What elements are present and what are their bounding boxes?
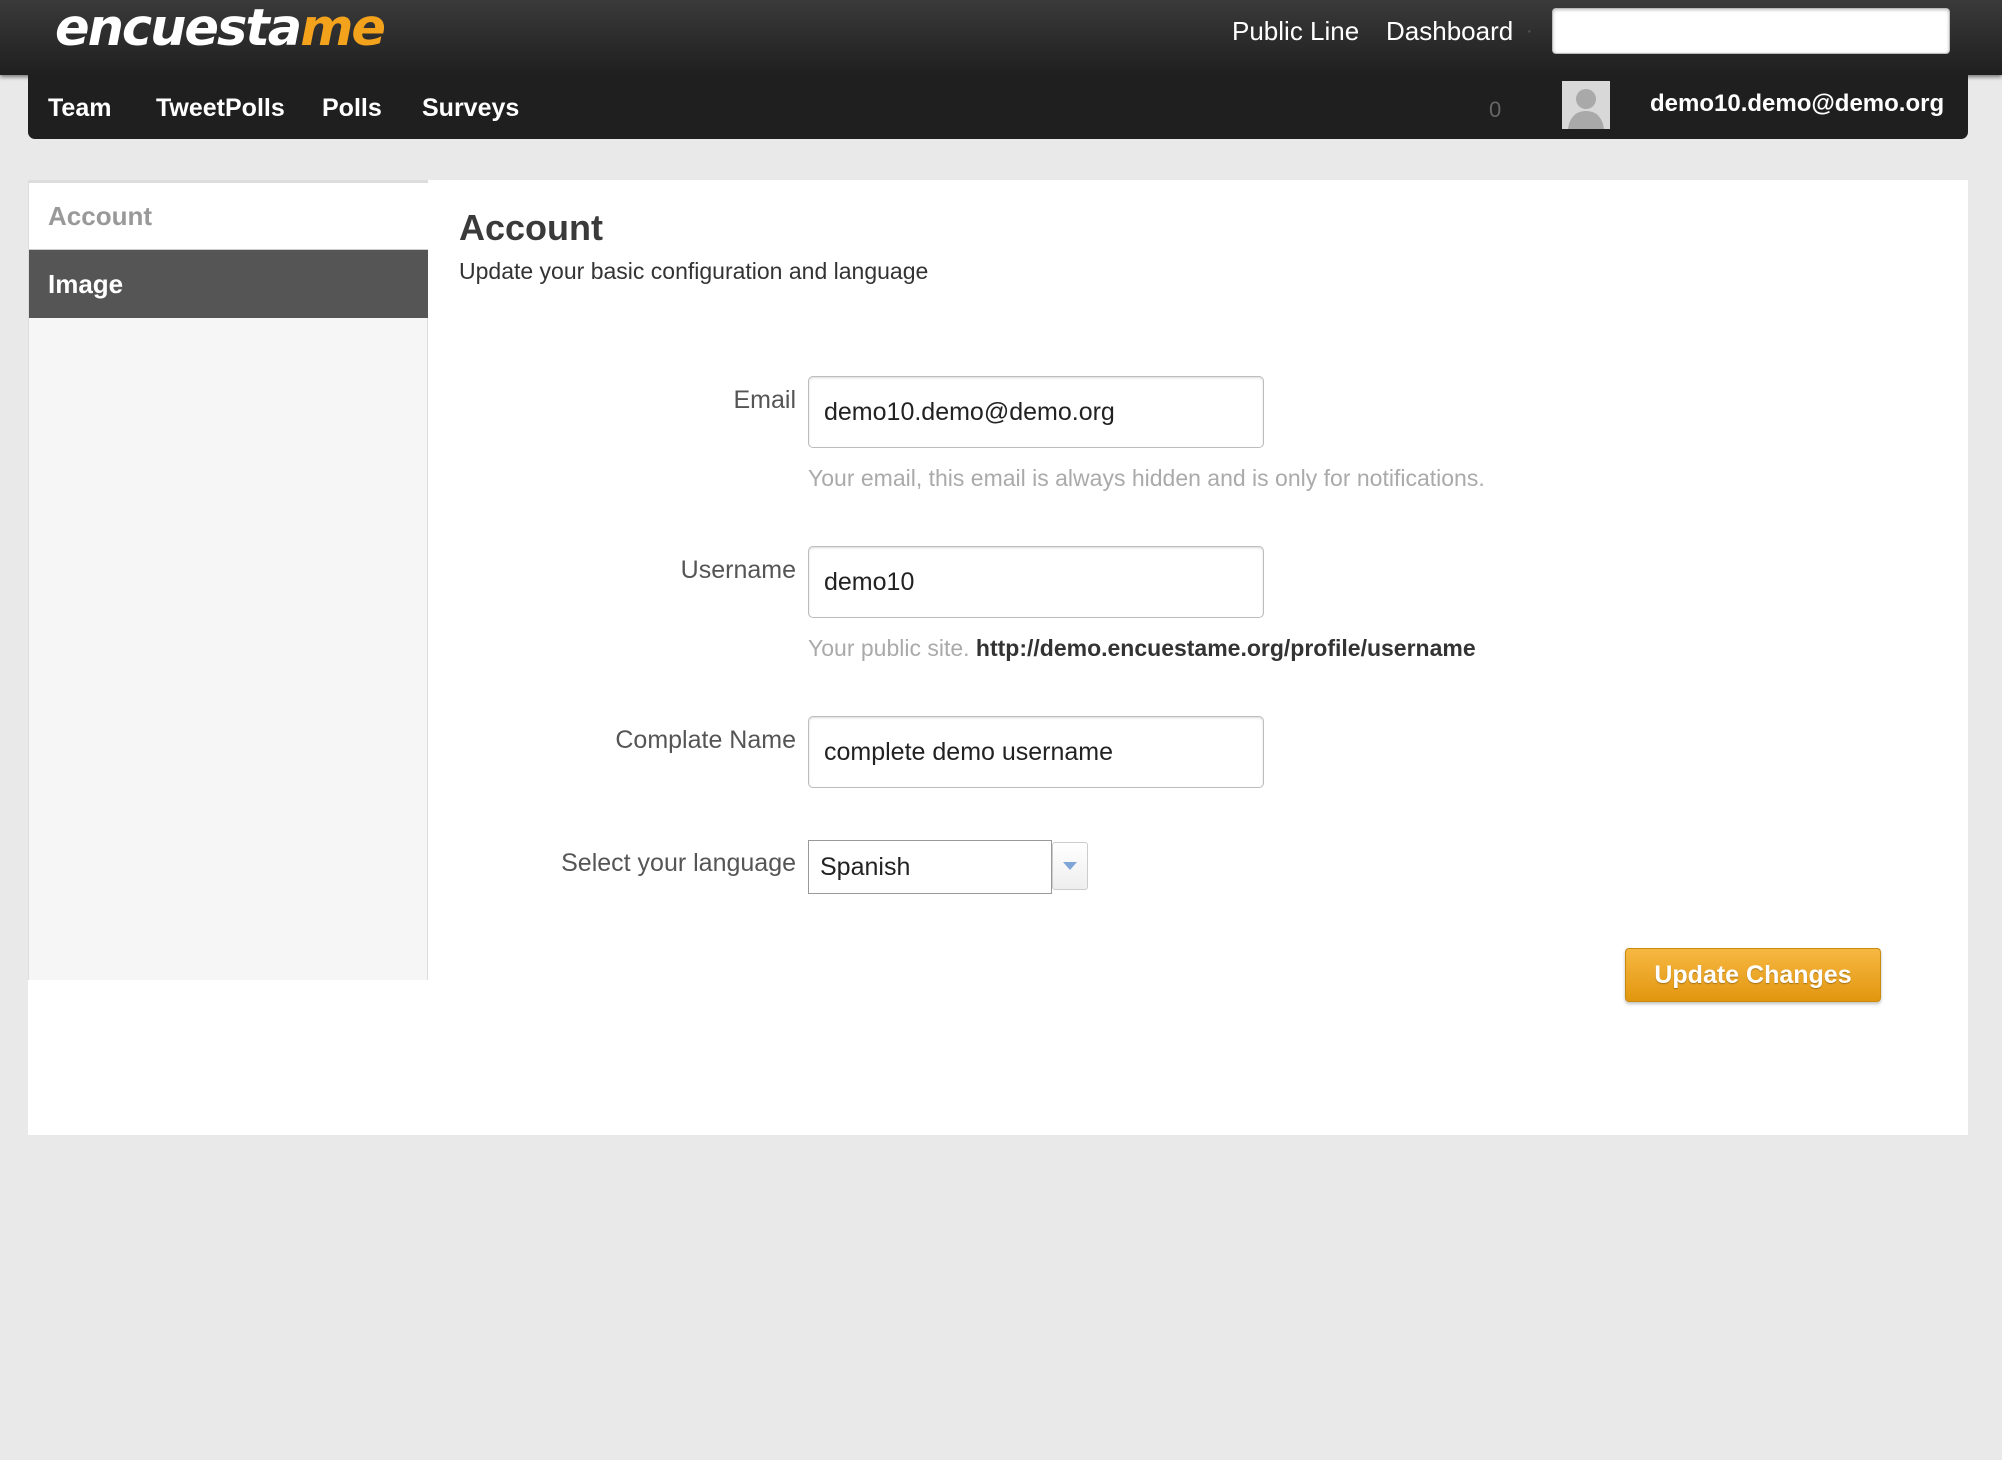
update-changes-button[interactable]: Update Changes: [1625, 948, 1881, 1002]
username-label: Username: [680, 556, 796, 584]
language-label: Select your language: [561, 849, 796, 877]
email-label: Email: [733, 386, 796, 414]
sidebar-item-account[interactable]: Account: [29, 180, 428, 250]
settings-sidebar: Account Image: [28, 180, 428, 980]
avatar[interactable]: [1562, 81, 1610, 129]
page-subtitle: Update your basic configuration and lang…: [459, 258, 929, 284]
main-navigation: Team TweetPolls Polls Surveys 0 demo10.d…: [28, 75, 1968, 139]
complete-name-field[interactable]: complete demo username: [808, 716, 1264, 788]
user-silhouette-icon: [1562, 81, 1610, 129]
username-field[interactable]: demo10: [808, 546, 1264, 618]
public-line-link[interactable]: Public Line: [1232, 13, 1359, 49]
nav-item-team[interactable]: Team: [48, 93, 111, 123]
sidebar-item-image[interactable]: Image: [29, 250, 428, 318]
topbar-separator: ·: [1526, 20, 1533, 42]
language-select[interactable]: Spanish: [808, 840, 1052, 894]
dashboard-link[interactable]: Dashboard: [1386, 13, 1513, 49]
logo-text-main: encuesta: [55, 0, 302, 58]
email-field[interactable]: demo10.demo@demo.org: [808, 376, 1264, 448]
user-email-menu[interactable]: demo10.demo@demo.org: [1650, 89, 1944, 119]
nav-item-tweetpolls[interactable]: TweetPolls: [156, 93, 285, 123]
email-help-text: Your email, this email is always hidden …: [808, 465, 1485, 491]
encuestame-logo[interactable]: encuestame: [55, 0, 386, 60]
search-input[interactable]: [1552, 8, 1950, 54]
top-bar: encuestame Public Line Dashboard ·: [0, 0, 2002, 75]
nav-item-surveys[interactable]: Surveys: [422, 93, 519, 123]
public-profile-url[interactable]: http://demo.encuestame.org/profile/usern…: [976, 635, 1476, 661]
content-panel: Account Image Account Update your basic …: [28, 180, 1968, 1135]
nav-item-polls[interactable]: Polls: [322, 93, 382, 123]
page-title: Account: [459, 207, 603, 248]
language-dropdown-button[interactable]: [1052, 842, 1088, 890]
chevron-down-icon: [1063, 862, 1077, 870]
username-help-prefix: Your public site.: [808, 635, 970, 661]
logo-text-accent: me: [300, 0, 386, 58]
notification-count[interactable]: 0: [1489, 96, 1501, 124]
complete-name-label: Complate Name: [615, 726, 796, 754]
username-help-text: Your public site. http://demo.encuestame…: [808, 633, 1476, 663]
